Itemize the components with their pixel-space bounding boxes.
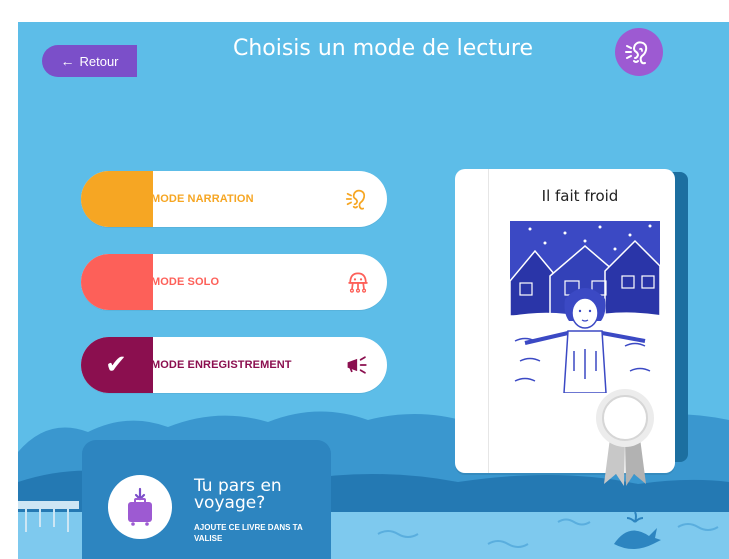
book-spine — [488, 169, 489, 473]
mode-enregistrement-cap: ✔ — [81, 337, 153, 393]
mode-narration-label: MODE NARRATION — [151, 193, 254, 205]
back-button[interactable]: ← Retour — [42, 45, 137, 77]
suitcase-icon-badge — [108, 475, 172, 539]
megaphone-icon — [347, 356, 367, 374]
travel-headline: Tu pars en voyage? — [194, 476, 282, 513]
back-button-label: Retour — [79, 53, 119, 69]
ear-icon — [625, 41, 648, 65]
mode-solo-label: MODE SOLO — [151, 276, 220, 288]
reading-mode-screen: ← Retour Choisis un mode de lecture MODE… — [18, 22, 729, 559]
checkmark-icon: ✔ — [105, 349, 127, 379]
ear-icon — [345, 189, 366, 210]
award-ribbon-icon — [596, 389, 654, 486]
travel-cta: AJOUTE CE LIVRE DANS TA VALISE — [194, 523, 303, 543]
page-title: Choisis un mode de lecture — [232, 36, 534, 61]
mode-enregistrement-label: MODE ENREGISTREMENT — [151, 359, 292, 371]
mode-solo-button[interactable]: MODE SOLO — [81, 254, 387, 310]
mode-solo-cap — [81, 254, 153, 310]
robot-icon — [348, 272, 368, 293]
mode-narration-cap — [81, 171, 153, 227]
mode-enregistrement-button[interactable]: ✔ MODE ENREGISTREMENT — [81, 337, 387, 393]
travel-suitcase-banner[interactable]: Tu pars en voyage? AJOUTE CE LIVRE DANS … — [82, 440, 331, 559]
book-title: Il fait froid — [541, 187, 619, 205]
arrow-left-icon: ← — [60, 53, 75, 69]
mode-narration-button[interactable]: MODE NARRATION — [81, 171, 387, 227]
book-cover-illustration — [510, 221, 660, 393]
listen-button[interactable] — [615, 28, 663, 76]
suitcase-icon — [128, 487, 152, 526]
